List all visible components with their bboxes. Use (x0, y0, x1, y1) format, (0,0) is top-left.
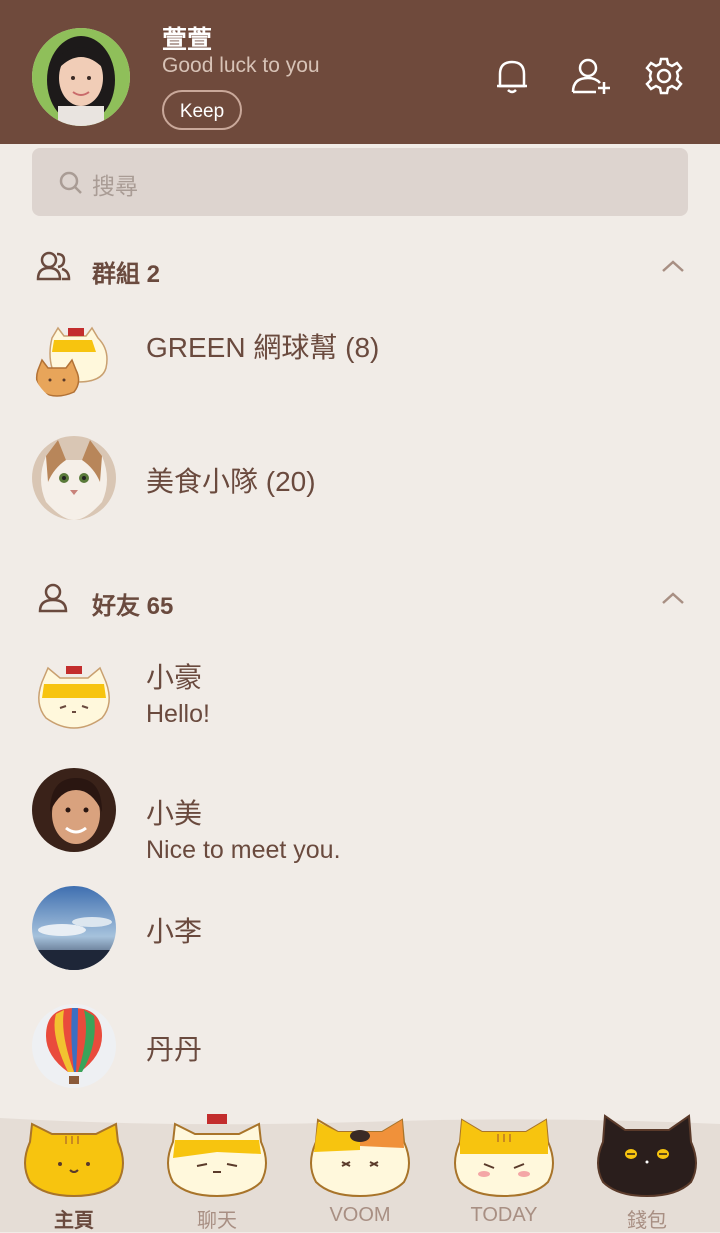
voom-cat-icon (310, 1118, 410, 1198)
friend-name: 丹丹 (146, 1034, 203, 1065)
friend-status: Hello! (146, 700, 210, 728)
add-friend-icon[interactable] (570, 56, 610, 96)
home-cat-icon (24, 1122, 124, 1198)
tab-label: 錢包 (627, 1210, 667, 1232)
bell-icon[interactable] (492, 56, 532, 96)
group-avatar (32, 320, 116, 404)
profile-header: 萱萱 Good luck to you Keep (0, 0, 720, 144)
friend-avatar (32, 768, 116, 852)
search-icon (59, 171, 82, 194)
friend-name: 小美 (146, 798, 203, 829)
keep-button[interactable]: Keep (162, 90, 242, 130)
tab-label: TODAY (470, 1204, 538, 1226)
groups-section-header[interactable]: 群組 2 (0, 242, 720, 292)
today-cat-icon (454, 1118, 554, 1198)
friend-avatar (32, 652, 116, 736)
profile-name: 萱萱 (162, 26, 213, 54)
group-row-green-tennis[interactable]: GREEN 網球幫 (8) (0, 320, 720, 420)
chevron-up-icon[interactable] (660, 590, 686, 606)
friend-name: 小李 (146, 916, 203, 947)
group-name: GREEN 網球幫 (8) (146, 332, 380, 363)
tab-label: 主頁 (54, 1210, 94, 1232)
tab-label: VOOM (329, 1204, 391, 1226)
group-name: 美食小隊 (20) (146, 466, 316, 497)
friend-status: Nice to meet you. (146, 836, 341, 864)
tab-voom[interactable]: VOOM (300, 1112, 420, 1232)
tab-home[interactable]: 主頁 (14, 1112, 134, 1232)
tab-chat[interactable]: 聊天 (157, 1112, 277, 1232)
gear-icon[interactable] (644, 56, 684, 96)
bottom-tab-bar: 主頁 聊天 VOOM TODAY 錢包 (0, 1112, 720, 1232)
friend-avatar (32, 886, 116, 970)
chevron-up-icon[interactable] (660, 258, 686, 274)
group-icon (36, 251, 71, 281)
tab-wallet[interactable]: 錢包 (587, 1112, 707, 1232)
friend-row-xiaomei[interactable]: 小美 Nice to meet you. (0, 768, 720, 868)
search-placeholder: 搜尋 (92, 173, 138, 199)
friends-title: 好友 65 (92, 593, 174, 620)
profile-status-message: Good luck to you (162, 54, 320, 77)
friend-row-xiaoli[interactable]: 小李 (0, 886, 720, 986)
tab-today[interactable]: TODAY (444, 1112, 564, 1232)
friend-row-xiaohao[interactable]: 小豪 Hello! (0, 652, 720, 752)
profile-avatar[interactable] (32, 28, 130, 126)
friend-name: 小豪 (146, 662, 203, 693)
group-row-food-squad[interactable]: 美食小隊 (20) (0, 436, 720, 536)
friends-section-header[interactable]: 好友 65 (0, 574, 720, 624)
person-icon (38, 583, 68, 613)
tab-label: 聊天 (197, 1210, 237, 1232)
groups-title: 群組 2 (92, 261, 161, 288)
friend-row-dandan[interactable]: 丹丹 (0, 1004, 720, 1104)
group-avatar (32, 436, 116, 520)
wallet-cat-icon (597, 1114, 697, 1198)
chat-cat-icon (167, 1114, 267, 1198)
search-bar[interactable]: 搜尋 (32, 148, 688, 216)
friend-avatar (32, 1004, 116, 1088)
